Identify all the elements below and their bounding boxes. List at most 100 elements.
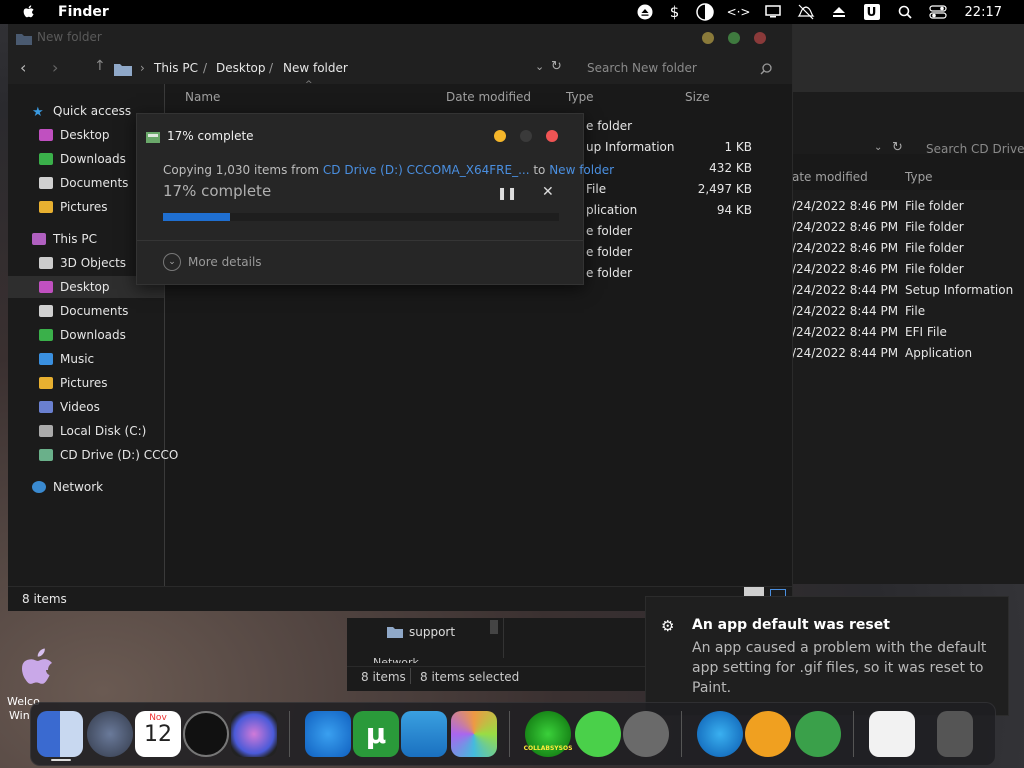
file-row-type[interactable]: plication (586, 203, 637, 217)
table-row[interactable]: /24/2022 8:46 PM File folder (792, 196, 1024, 217)
utorrent-dock-icon[interactable]: µ (353, 711, 399, 757)
notifications-off-icon[interactable] (796, 3, 816, 21)
notification-toast[interactable]: ⚙ An app default was reset An app caused… (645, 596, 1009, 716)
launchpad-rocket-icon[interactable] (87, 711, 133, 757)
pause-icon[interactable]: ❚❚ (497, 186, 517, 200)
copy-progress-dialog[interactable]: 17% complete Copying 1,030 items from CD… (136, 113, 614, 285)
address-dropdown-icon[interactable]: ⌄ (535, 60, 544, 73)
utilities-tools-icon[interactable] (623, 711, 669, 757)
finder-dock-icon[interactable] (37, 711, 83, 757)
breadcrumb-new-folder[interactable]: New folder (283, 61, 348, 75)
sidebar-pc-videos[interactable]: Videos (39, 396, 100, 418)
table-row[interactable]: /24/2022 8:46 PM File folder (792, 217, 1024, 238)
textedit-dock-icon[interactable] (869, 711, 915, 757)
file-row-size[interactable]: 1 KB (679, 140, 752, 154)
maximize-button[interactable] (728, 32, 740, 44)
back-window-search[interactable]: Search CD Drive (D (926, 142, 1024, 156)
column-size[interactable]: Size (685, 90, 710, 104)
app-name[interactable]: Finder (58, 4, 109, 20)
file-row-type[interactable]: File (586, 182, 606, 196)
photos-dock-icon[interactable] (451, 711, 497, 757)
file-row-type[interactable]: up Information (586, 140, 675, 154)
sidebar-pc-local-disk-c[interactable]: Local Disk (C:) (39, 420, 146, 442)
dialog-maximize-button[interactable] (520, 130, 532, 142)
dialog-close-button[interactable] (546, 130, 558, 142)
file-row-type[interactable]: e folder (586, 245, 632, 259)
sidebar-pc-3d-objects[interactable]: 3D Objects (39, 252, 126, 274)
back-col-type[interactable]: Type (905, 170, 933, 184)
sidebar-item-downloads[interactable]: Downloads (39, 148, 126, 170)
folder-support[interactable]: support (409, 625, 455, 639)
explorer-window[interactable]: New folder ‹ › ↑ › This PC / Desktop / N… (8, 24, 793, 611)
sidebar-item-desktop[interactable]: Desktop (39, 124, 110, 146)
collabsysos-dock-icon[interactable]: COLLABSYSOS (524, 711, 572, 757)
search-icon[interactable] (895, 3, 915, 21)
close-button[interactable] (754, 32, 766, 44)
trash-dock-icon[interactable] (937, 711, 973, 757)
minimize-button[interactable] (702, 32, 714, 44)
table-row[interactable]: /24/2022 8:46 PM File folder (792, 238, 1024, 259)
sidebar-item-pictures[interactable]: Pictures (39, 196, 108, 218)
file-row-size[interactable]: 432 KB (679, 161, 752, 175)
sidebar-quick-access[interactable]: ★ Quick access (32, 100, 131, 122)
display-icon[interactable] (763, 3, 783, 21)
table-row[interactable]: /24/2022 8:44 PM Setup Information (792, 280, 1024, 301)
safari-compass-icon[interactable] (305, 711, 351, 757)
more-details-button[interactable]: ⌄ More details (163, 253, 262, 271)
sidebar-pc-pictures[interactable]: Pictures (39, 372, 108, 394)
file-row-type[interactable]: e folder (586, 266, 632, 280)
window-titlebar[interactable]: New folder (8, 24, 792, 54)
cancel-copy-icon[interactable]: ✕ (542, 184, 554, 200)
sidebar-pc-music[interactable]: Music (39, 348, 94, 370)
link-chain-icon[interactable] (575, 711, 621, 757)
clock-dock-icon[interactable] (183, 711, 229, 757)
forward-arrow-icon[interactable]: › (52, 58, 58, 77)
sidebar-network[interactable]: Network (32, 476, 103, 498)
file-row-type[interactable]: e folder (586, 224, 632, 238)
eject-circle-icon[interactable] (635, 3, 655, 21)
windows-vm-dock-icon[interactable] (401, 711, 447, 757)
back-col-date[interactable]: ate modified (792, 170, 868, 184)
table-row[interactable]: /24/2022 8:44 PM EFI File (792, 322, 1024, 343)
network-dots-icon[interactable] (795, 711, 841, 757)
table-row[interactable]: /24/2022 8:44 PM File (792, 301, 1024, 322)
destination-link[interactable]: New folder (549, 163, 614, 177)
back-arrow-icon[interactable]: ‹ (20, 58, 26, 77)
file-row-type[interactable]: e folder (586, 119, 632, 133)
source-link[interactable]: CD Drive (D:) CCCOMA_X64FRE_... (323, 163, 530, 177)
scrollbar-thumb[interactable] (490, 620, 498, 634)
eject-icon[interactable] (829, 3, 849, 21)
column-date-modified[interactable]: Date modified (446, 90, 531, 104)
table-row[interactable]: /24/2022 8:44 PM Application (792, 343, 1024, 364)
code-arrows-icon[interactable]: <·> (727, 3, 751, 21)
sidebar-pc-downloads[interactable]: Downloads (39, 324, 126, 346)
search-icon[interactable] (760, 63, 772, 75)
www-globe-icon[interactable] (697, 711, 743, 757)
siri-dock-icon[interactable] (231, 711, 277, 757)
lower-explorer-window[interactable]: support Network 8 items 8 items selected (347, 618, 645, 691)
breadcrumb-this-pc[interactable]: This PC (154, 61, 198, 75)
control-center-icon[interactable] (928, 3, 948, 21)
up-arrow-icon[interactable]: ↑ (94, 58, 106, 74)
welcome-app-icon[interactable] (18, 646, 58, 690)
file-row-size[interactable]: 94 KB (679, 203, 752, 217)
refresh-icon[interactable]: ↻ (551, 59, 562, 74)
sidebar-item-documents[interactable]: Documents (39, 172, 128, 194)
sidebar-pc-documents[interactable]: Documents (39, 300, 128, 322)
chevron-down-icon[interactable]: ⌄ (874, 142, 882, 153)
dialog-minimize-button[interactable] (494, 130, 506, 142)
half-moon-icon[interactable] (695, 3, 715, 21)
file-row-size[interactable]: 2,497 KB (679, 182, 752, 196)
calendar-dock-icon[interactable]: Nov 12 (135, 711, 181, 757)
dollar-icon[interactable]: $ (668, 3, 682, 21)
column-name[interactable]: Name (185, 90, 220, 104)
u-badge-icon[interactable]: U (862, 3, 882, 21)
sidebar-this-pc[interactable]: This PC (32, 228, 97, 250)
refresh-icon[interactable]: ↻ (892, 140, 903, 155)
search-input[interactable]: Search New folder (587, 61, 697, 75)
sidebar-pc-cd-drive-d-ccco[interactable]: CD Drive (D:) CCCO (39, 444, 178, 466)
menubar-clock[interactable]: 22:17 (965, 5, 1002, 20)
breadcrumb-desktop[interactable]: Desktop (216, 61, 266, 75)
column-type[interactable]: Type (566, 90, 594, 104)
apple-logo-icon[interactable] (22, 5, 36, 19)
